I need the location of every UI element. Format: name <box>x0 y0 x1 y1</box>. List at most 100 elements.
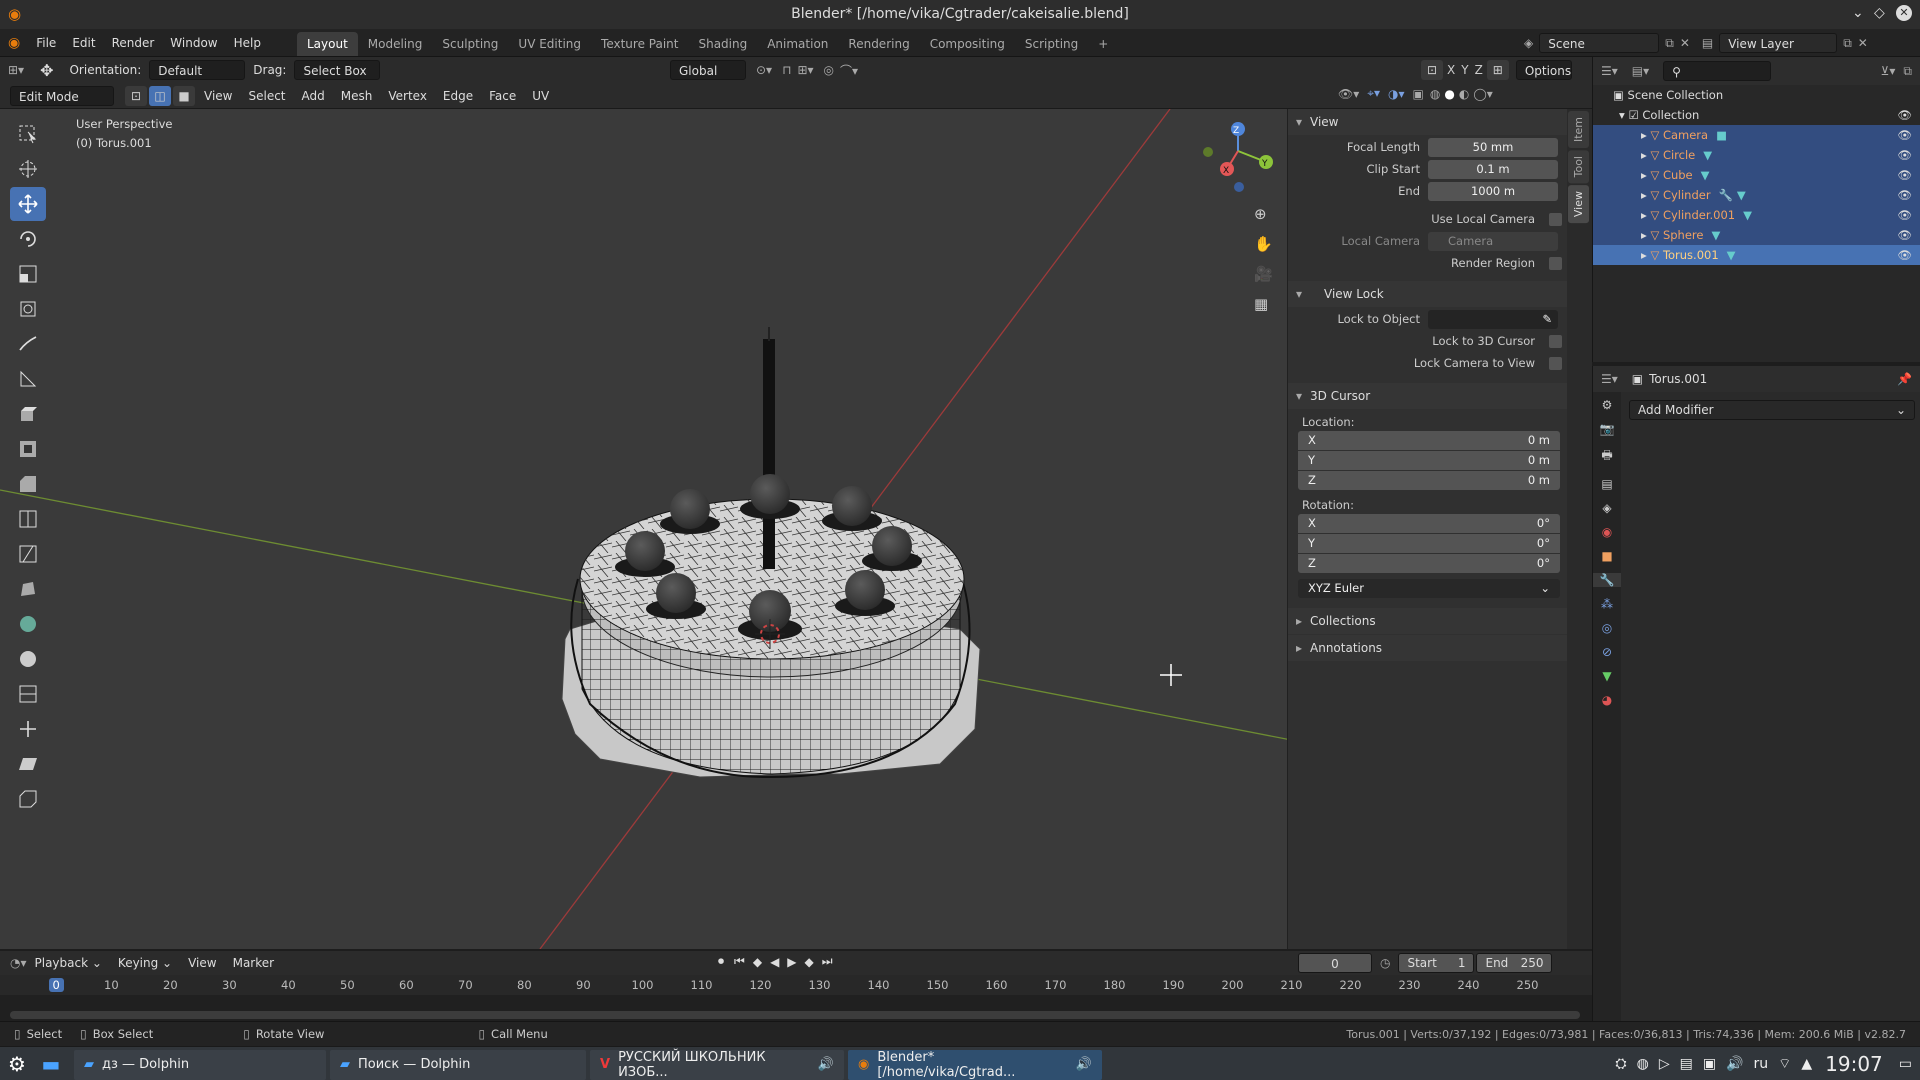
pin-icon[interactable]: 📌 <box>1897 372 1912 386</box>
menu-uv[interactable]: UV <box>524 83 557 109</box>
remove-scene-icon[interactable]: ✕ <box>1680 36 1690 50</box>
menu-edit[interactable]: Edit <box>64 29 103 57</box>
prev-keyframe-icon[interactable]: ◆ <box>753 955 762 969</box>
mesh-options-icon[interactable]: ⊡ <box>1421 60 1443 80</box>
outliner-editor-type-icon[interactable]: ☰▾ <box>1601 64 1618 78</box>
falloff-icon[interactable]: ⌒▾ <box>840 62 858 79</box>
outliner-item-sphere[interactable]: ▸ ▽ Sphere ▼ 👁 <box>1593 225 1920 245</box>
lock-to-cursor-checkbox[interactable] <box>1549 334 1562 348</box>
screenshot-icon[interactable]: ▣ <box>1703 1056 1716 1072</box>
preview-range-icon[interactable]: ◷ <box>1380 956 1390 970</box>
keyboard-layout[interactable]: ru <box>1754 1056 1769 1072</box>
start-menu-icon[interactable]: ⚙ <box>0 1052 34 1076</box>
measure-tool-icon[interactable] <box>10 362 46 396</box>
visibility-eye-icon[interactable]: 👁 <box>1897 225 1912 245</box>
mirror-z-button[interactable]: Z <box>1475 63 1483 77</box>
knife-tool-icon[interactable] <box>10 537 46 571</box>
pan-hand-icon[interactable]: ✋ <box>1254 235 1273 253</box>
vertex-select-icon[interactable]: ⊡ <box>125 85 147 106</box>
outliner-item-cube[interactable]: ▸ ▽ Cube ▼ 👁 <box>1593 165 1920 185</box>
clip-start-field[interactable]: 0.1 m <box>1428 159 1558 179</box>
properties-editor-type-icon[interactable]: ☰▾ <box>1601 372 1618 386</box>
edge-select-icon[interactable]: ◫ <box>149 85 171 106</box>
new-scene-icon[interactable]: ⧉ <box>1665 36 1674 51</box>
loop-cut-tool-icon[interactable] <box>10 502 46 536</box>
tab-item[interactable]: Item <box>1568 111 1589 149</box>
display-mode-icon[interactable]: ▤▾ <box>1632 64 1649 78</box>
view-layer-icon[interactable]: ▤ <box>1702 36 1713 50</box>
3d-cursor-panel-header[interactable]: 3D Cursor <box>1288 383 1567 409</box>
particles-tab-icon[interactable]: ⁂ <box>1593 597 1621 611</box>
cursor-rotation-z[interactable]: Z 0° <box>1298 554 1560 573</box>
wifi-icon[interactable]: ⌔ <box>1778 1055 1791 1073</box>
cursor-rotation-y[interactable]: Y 0° <box>1298 534 1560 553</box>
tab-layout[interactable]: Layout <box>296 31 358 56</box>
menu-edge[interactable]: Edge <box>435 83 481 109</box>
tab-view[interactable]: View <box>1568 185 1589 224</box>
volume-icon[interactable]: 🔊 <box>1726 1056 1743 1072</box>
shrink-fatten-tool-icon[interactable] <box>10 712 46 746</box>
scale-tool-icon[interactable] <box>10 257 46 291</box>
output-tab-icon[interactable]: 🖶 <box>1593 446 1621 467</box>
material-shading-icon[interactable]: ◐ <box>1459 87 1469 101</box>
outliner-item-torus-001[interactable]: ▸ ▽ Torus.001 ▼ 👁 <box>1593 245 1920 265</box>
tab-compositing[interactable]: Compositing <box>920 32 1015 56</box>
checkbox-icon[interactable]: ☑ <box>1628 108 1642 122</box>
visibility-eye-icon[interactable]: 👁 <box>1897 205 1912 225</box>
tray-expand-icon[interactable]: ▲ <box>1801 1056 1812 1072</box>
orientation-dropdown[interactable]: Default <box>149 60 246 80</box>
clock[interactable]: 19:07 <box>1825 1052 1883 1076</box>
playback-menu[interactable]: Playback ⌄ <box>27 950 110 976</box>
lock-camera-to-view-checkbox[interactable] <box>1549 356 1562 370</box>
start-frame-field[interactable]: Start 1 <box>1398 953 1475 973</box>
rip-tool-icon[interactable] <box>10 782 46 816</box>
xray-icon[interactable]: ▣ <box>1413 87 1424 101</box>
tool-tab-icon[interactable]: ⚙ <box>1593 398 1621 412</box>
task-browser[interactable]: V РУССКИЙ ШКОЛЬНИК ИЗОБ... 🔊 <box>590 1049 844 1080</box>
render-region-checkbox[interactable] <box>1549 256 1562 270</box>
clip-end-field[interactable]: 1000 m <box>1428 181 1558 201</box>
snap-icon[interactable]: ⊓ <box>782 63 791 77</box>
timeline-view-menu[interactable]: View <box>180 950 224 976</box>
options-dropdown[interactable]: Options <box>1515 60 1572 80</box>
timeline-editor-type-icon[interactable]: ◔▾ <box>10 956 27 970</box>
overlay-icon[interactable]: ◑▾ <box>1388 87 1405 101</box>
desktop-icon[interactable]: ▬ <box>34 1052 68 1076</box>
outliner-scene-collection[interactable]: ▣ Scene Collection <box>1593 85 1920 105</box>
annotate-tool-icon[interactable] <box>10 327 46 361</box>
outliner-item-circle[interactable]: ▸ ▽ Circle ▼ 👁 <box>1593 145 1920 165</box>
timeline-ruler[interactable]: 0 10 20 30 40 50 60 70 80 90 100 110 120 130 140 150 160… <box>0 975 1592 995</box>
jump-start-icon[interactable]: ⏮ <box>734 954 745 969</box>
select-box-icon[interactable] <box>10 117 46 151</box>
move-tool-icon[interactable] <box>10 187 46 221</box>
annotations-panel-header[interactable]: Annotations <box>1288 635 1567 661</box>
show-desktop-icon[interactable]: ▭ <box>1899 1056 1912 1072</box>
local-camera-field[interactable]: Camera <box>1428 231 1558 251</box>
tab-texture-paint[interactable]: Texture Paint <box>591 32 688 56</box>
filter-icon[interactable]: ⊻▾ <box>1881 64 1896 78</box>
wireframe-shading-icon[interactable]: ◍ <box>1430 87 1440 101</box>
maximize-icon[interactable]: ◇ <box>1874 5 1885 21</box>
tab-uv-editing[interactable]: UV Editing <box>508 32 591 56</box>
keying-menu[interactable]: Keying ⌄ <box>110 950 180 976</box>
auto-merge-icon[interactable]: ⊞ <box>1486 60 1509 80</box>
snap-target-icon[interactable]: ⊞▾ <box>797 63 813 77</box>
visibility-eye-icon[interactable]: 👁 <box>1897 165 1912 185</box>
mirror-y-button[interactable]: Y <box>1461 63 1468 77</box>
next-keyframe-icon[interactable]: ◆ <box>805 955 814 969</box>
minimize-icon[interactable]: ⌄ <box>1852 5 1864 21</box>
view-layer-selector[interactable]: View Layer <box>1719 33 1838 53</box>
visibility-eye-icon[interactable]: 👁 <box>1897 185 1912 205</box>
tab-scripting[interactable]: Scripting <box>1015 32 1088 56</box>
task-dolphin-1[interactable]: ▰ дз — Dolphin <box>74 1049 326 1080</box>
outliner-item-camera[interactable]: ▸ ▽ Camera ■ 👁 <box>1593 125 1920 145</box>
cursor-rotation-x[interactable]: X 0° <box>1298 514 1560 533</box>
menu-file[interactable]: File <box>28 29 64 57</box>
tab-tool[interactable]: Tool <box>1568 150 1589 184</box>
constraints-tab-icon[interactable]: ⊘ <box>1593 645 1621 659</box>
world-tab-icon[interactable]: ◉ <box>1593 525 1621 539</box>
rendered-shading-icon[interactable]: ◯▾ <box>1473 87 1492 101</box>
outliner-search-input[interactable]: ⚲ <box>1663 61 1772 81</box>
eyedropper-icon[interactable]: ✎ <box>1542 312 1552 326</box>
proportional-edit-icon[interactable]: ◎ <box>824 63 834 77</box>
